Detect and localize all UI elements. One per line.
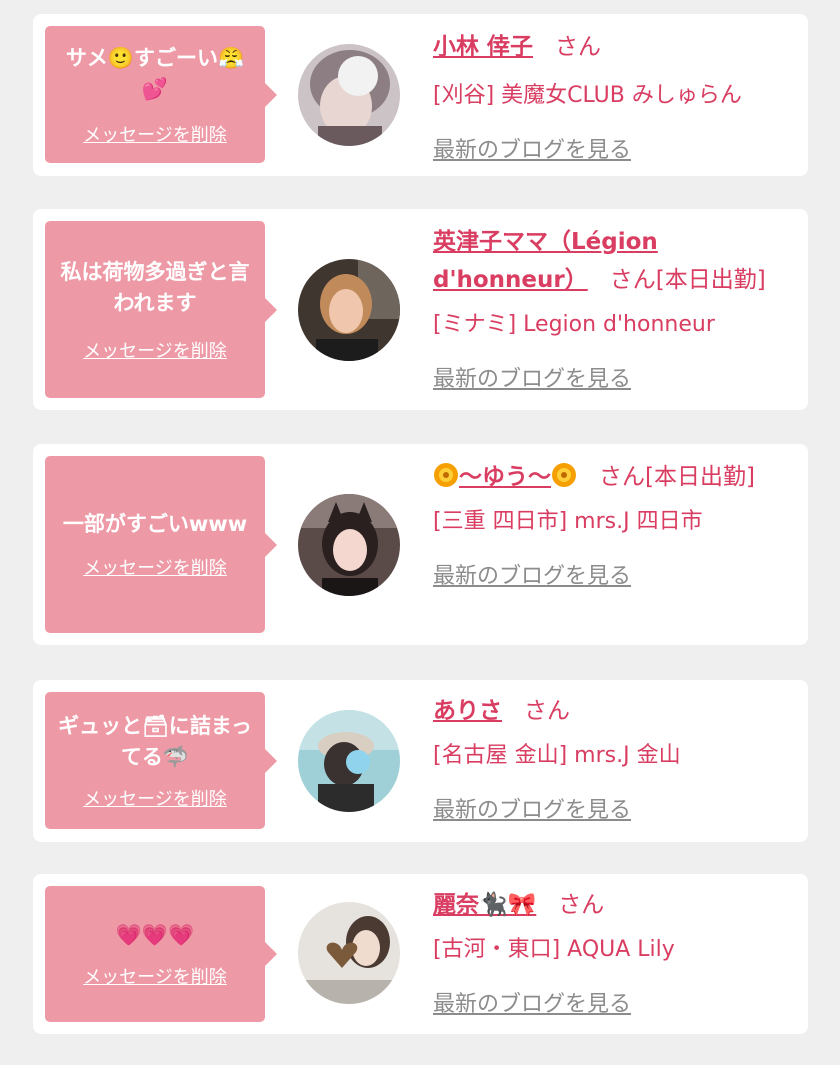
honorific: さん xyxy=(599,464,645,490)
message-bubble: 私は荷物多過ぎと言われます メッセージを削除 xyxy=(45,221,277,398)
honorific: さん xyxy=(524,698,570,724)
message-bubble: サメ🙂すごーい😤💕 メッセージを削除 xyxy=(45,26,277,163)
avatar[interactable] xyxy=(298,44,400,146)
message-bubble: 💗💗💗 メッセージを削除 xyxy=(45,886,277,1022)
message-text: 💗💗💗 xyxy=(115,922,195,947)
shop-label: [三重 四日市] mrs.J 四日市 xyxy=(433,509,703,534)
latest-blog-link[interactable]: 最新のブログを見る xyxy=(433,792,631,824)
honorific: さん xyxy=(609,267,656,293)
message-bubble: 一部がすごいwww メッセージを削除 xyxy=(45,456,277,633)
delete-message-link[interactable]: メッセージを削除 xyxy=(83,554,227,580)
girl-name-link[interactable]: ありさ xyxy=(433,698,502,724)
honorific: さん xyxy=(555,34,602,60)
avatar[interactable] xyxy=(298,710,400,812)
sunflower-icon xyxy=(434,463,458,487)
latest-blog-link[interactable]: 最新のブログを見る xyxy=(433,986,631,1018)
avatar[interactable] xyxy=(298,902,400,1004)
latest-blog-link[interactable]: 最新のブログを見る xyxy=(433,361,631,393)
latest-blog-link[interactable]: 最新のブログを見る xyxy=(433,558,631,590)
message-text: サメ🙂すごーい😤💕 xyxy=(65,45,245,101)
shop-label: [名古屋 金山] mrs.J 金山 xyxy=(433,743,681,768)
message-bubble: ギュッと🗃に詰まってる🦈 メッセージを削除 xyxy=(45,692,277,829)
girl-name-link[interactable]: 小林 倖子 xyxy=(433,34,533,60)
delete-message-link[interactable]: メッセージを削除 xyxy=(83,963,227,989)
delete-message-link[interactable]: メッセージを削除 xyxy=(83,337,227,363)
shop-label: [刈谷] 美魔女CLUB みしゅらん xyxy=(433,83,742,108)
girl-info: ありさ さん [名古屋 金山] mrs.J 金山 最新のブログを見る xyxy=(433,692,798,824)
sunflower-icon xyxy=(552,463,576,487)
avatar[interactable] xyxy=(298,494,400,596)
avatar[interactable] xyxy=(298,259,400,361)
girl-info: 小林 倖子 さん [刈谷] 美魔女CLUB みしゅらん 最新のブログを見る xyxy=(433,28,798,164)
favorite-card: 一部がすごいwww メッセージを削除 〜ゆう〜 さん[本日出勤] [三重 四日市… xyxy=(33,444,808,645)
favorite-card: ギュッと🗃に詰まってる🦈 メッセージを削除 ありさ さん [名古屋 金山] mrs… xyxy=(33,680,808,842)
delete-message-link[interactable]: メッセージを削除 xyxy=(83,785,227,811)
girl-info: 〜ゆう〜 さん[本日出勤] [三重 四日市] mrs.J 四日市 最新のブログを… xyxy=(433,458,798,590)
shop-label: [ミナミ] Legion d'honneur xyxy=(433,312,715,337)
favorite-card: 💗💗💗 メッセージを削除 麗奈🐈‍⬛🎀 さん [古河・東口] AQUA Lily … xyxy=(33,874,808,1034)
shop-label: [古河・東口] AQUA Lily xyxy=(433,937,675,962)
status-badge: [本日出勤] xyxy=(655,267,766,293)
favorite-card: 私は荷物多過ぎと言われます メッセージを削除 英津子ママ（Légion d'ho… xyxy=(33,209,808,410)
status-badge: [本日出勤] xyxy=(645,464,755,490)
message-text: ギュッと🗃に詰まってる🦈 xyxy=(58,713,252,769)
latest-blog-link[interactable]: 最新のブログを見る xyxy=(433,132,631,164)
girl-info: 麗奈🐈‍⬛🎀 さん [古河・東口] AQUA Lily 最新のブログを見る xyxy=(433,886,798,1018)
message-text: 一部がすごいwww xyxy=(62,512,248,536)
honorific: さん xyxy=(558,892,605,918)
girl-info: 英津子ママ（Légion d'honneur） さん[本日出勤] [ミナミ] Le… xyxy=(433,223,798,393)
favorite-card: サメ🙂すごーい😤💕 メッセージを削除 小林 倖子 さん [刈谷] 美魔女CLUB … xyxy=(33,14,808,176)
delete-message-link[interactable]: メッセージを削除 xyxy=(83,121,227,147)
girl-name-link[interactable]: 〜ゆう〜 xyxy=(459,464,551,490)
message-text: 私は荷物多過ぎと言われます xyxy=(60,259,250,315)
girl-name-link[interactable]: 麗奈🐈‍⬛🎀 xyxy=(433,892,536,918)
